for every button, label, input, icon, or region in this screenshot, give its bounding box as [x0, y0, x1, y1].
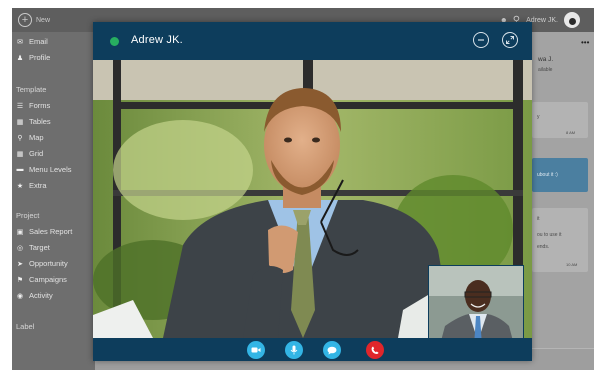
section-title-label: Label	[16, 322, 35, 331]
minimize-button[interactable]	[473, 32, 489, 48]
app-frame: + New ● ⚲ Adrew JK. ✉ Email ♟ Profile Te…	[12, 8, 594, 370]
chat-bubble-icon	[327, 346, 337, 354]
phone-hangup-icon	[371, 346, 379, 354]
sidebar-item-label: Menu Levels	[29, 165, 72, 174]
table-icon: ▦	[16, 118, 24, 126]
sidebar-item-profile[interactable]: ♟ Profile	[16, 53, 50, 62]
sidebar-item-label: Target	[29, 243, 50, 252]
bookmark-icon: ⚑	[16, 276, 24, 284]
sidebar-item-campaigns[interactable]: ⚑ Campaigns	[16, 275, 67, 284]
folder-icon: ▬	[16, 166, 24, 173]
chat-message-text: y	[537, 114, 540, 120]
sidebar-item-map[interactable]: ⚲ Map	[16, 133, 44, 142]
chat-message-text: ou to use it	[537, 232, 562, 238]
map-pin-icon: ⚲	[17, 134, 23, 142]
sidebar-item-label: Map	[29, 133, 44, 142]
self-view-video[interactable]	[428, 265, 524, 338]
section-title-project: Project	[16, 211, 40, 220]
more-menu-icon[interactable]: •••	[581, 38, 589, 47]
sidebar-item-label: Sales Report	[29, 227, 73, 236]
sidebar-item-opportunity[interactable]: ➤ Opportunity	[16, 259, 68, 268]
chat-message-own: ubout it :)	[532, 158, 588, 192]
new-label: New	[36, 16, 51, 24]
new-button[interactable]: + New	[18, 11, 50, 29]
sidebar-item-label: Tables	[29, 117, 51, 126]
avatar[interactable]	[564, 12, 580, 28]
send-icon: ➤	[17, 260, 23, 268]
grid-icon: ▦	[16, 150, 24, 158]
video-call-header: Adrew JK.	[93, 22, 532, 60]
person-icon: ♟	[16, 54, 24, 62]
chat-message-text: it	[537, 216, 540, 222]
sidebar: ✉ Email ♟ Profile Template ☰ Forms ▦ Tab…	[12, 32, 95, 370]
minus-icon	[478, 39, 484, 41]
file-icon: ▣	[16, 228, 24, 236]
sidebar-item-email[interactable]: ✉ Email	[16, 37, 48, 46]
camera-toggle-button[interactable]	[247, 341, 265, 359]
video-call-window: Adrew JK.	[93, 22, 532, 361]
video-camera-icon	[251, 347, 261, 353]
sidebar-item-label: Campaigns	[29, 275, 67, 284]
microphone-icon	[290, 345, 298, 355]
plus-icon: +	[18, 13, 32, 27]
sidebar-item-label: Activity	[29, 291, 53, 300]
chat-message: it ou to use it ends. 10 AM	[532, 208, 588, 272]
list-icon: ☰	[16, 102, 24, 110]
sidebar-item-activity[interactable]: ◉ Activity	[16, 291, 53, 300]
fullscreen-button[interactable]	[502, 32, 518, 48]
sidebar-item-label: Email	[29, 37, 48, 46]
main-video-feed	[93, 60, 532, 338]
sidebar-item-grid[interactable]: ▦ Grid	[16, 149, 43, 158]
sidebar-item-forms[interactable]: ☰ Forms	[16, 101, 50, 110]
sidebar-item-label: Grid	[29, 149, 44, 158]
local-video-image	[429, 266, 523, 338]
caller-name: Adrew JK.	[131, 34, 183, 46]
sidebar-item-menu-levels[interactable]: ▬ Menu Levels	[16, 165, 72, 174]
chat-message-time: 8 AM	[566, 130, 576, 135]
sidebar-item-label: Opportunity	[29, 259, 68, 268]
sidebar-item-sales-report[interactable]: ▣ Sales Report	[16, 227, 73, 236]
sidebar-item-extra[interactable]: ★ Extra	[16, 181, 47, 190]
chat-icon: ◉	[16, 292, 24, 300]
sidebar-item-label: Extra	[29, 181, 47, 190]
chat-message-time: 10 AM	[566, 262, 578, 267]
sidebar-item-label: Forms	[29, 101, 51, 110]
chat-contact-status: ailable	[538, 67, 553, 73]
end-call-button[interactable]	[366, 341, 384, 359]
sidebar-item-target[interactable]: ◎ Target	[16, 243, 50, 252]
chat-conversation: ••• wa J. ailable y 8 AM ubout it :) it …	[532, 32, 594, 348]
envelope-icon: ✉	[17, 38, 23, 46]
chat-message-text: ends.	[537, 244, 550, 250]
call-controls	[93, 338, 532, 361]
sidebar-item-tables[interactable]: ▦ Tables	[16, 117, 51, 126]
sidebar-item-label: Profile	[29, 53, 51, 62]
section-title-template: Template	[16, 85, 47, 94]
microphone-toggle-button[interactable]	[285, 341, 303, 359]
star-icon: ★	[16, 182, 24, 190]
online-status-dot	[110, 37, 119, 46]
target-icon: ◎	[16, 244, 24, 252]
chat-message: y 8 AM	[532, 102, 588, 138]
chat-message-text: ubout it :)	[537, 172, 558, 178]
chat-button[interactable]	[323, 341, 341, 359]
expand-icon	[506, 36, 514, 44]
chat-contact-name: wa J.	[538, 56, 554, 63]
